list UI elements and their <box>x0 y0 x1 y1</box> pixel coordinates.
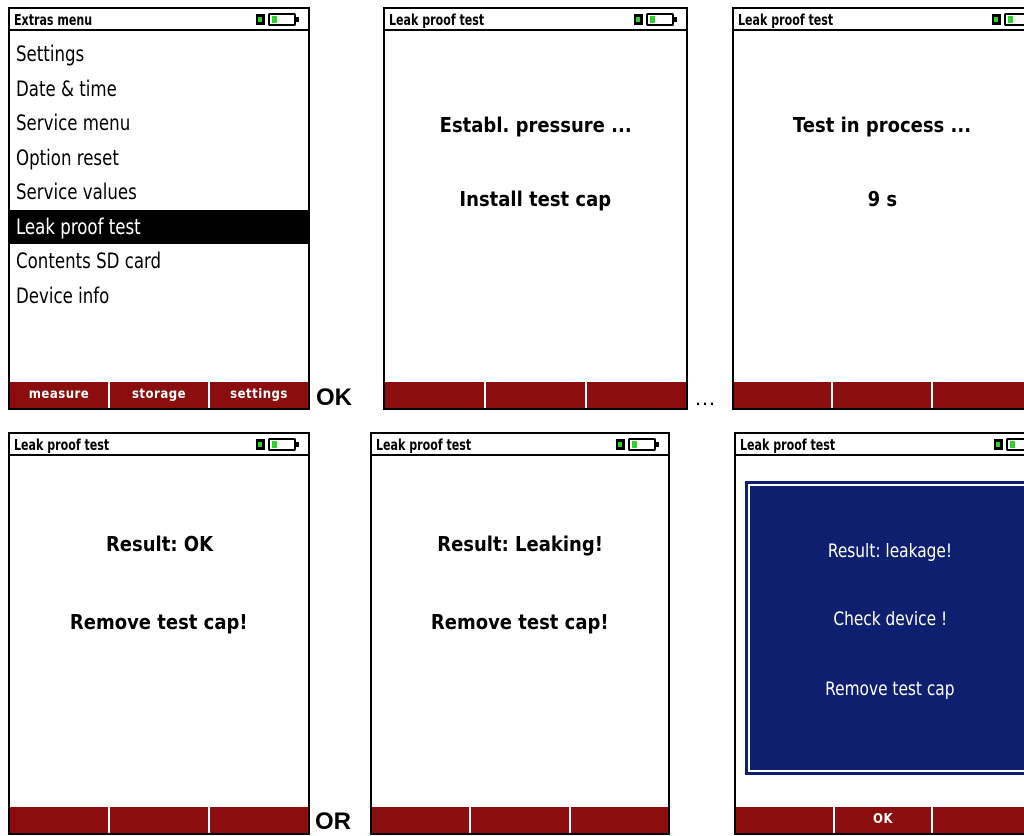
screen-title: Leak proof test <box>738 11 834 29</box>
countdown-value: 9 s <box>867 187 897 211</box>
softkey-bar <box>734 382 1024 408</box>
menu-item-date-time[interactable]: Date & time <box>10 72 308 107</box>
softkey-middle[interactable] <box>110 807 210 833</box>
softkey-right[interactable] <box>210 807 308 833</box>
battery-icon <box>994 438 1024 451</box>
establish-pressure-screen: Leak proof test Establ. pressure ... Ins… <box>383 7 688 410</box>
softkey-middle[interactable] <box>471 807 571 833</box>
softkey-middle[interactable] <box>486 382 587 408</box>
menu-item-leak-proof-test[interactable]: Leak proof test <box>10 209 308 244</box>
menu-item-contents-sd-card[interactable]: Contents SD card <box>10 244 308 279</box>
plug-icon <box>256 14 265 25</box>
result-message: Result: Leaking! <box>437 532 603 556</box>
instruction-message: Install test cap <box>459 187 612 211</box>
menu-item-service-menu[interactable]: Service menu <box>10 106 308 141</box>
test-in-process-screen: Leak proof test Test in process ... 9 s <box>732 7 1024 410</box>
plug-icon <box>616 439 625 450</box>
screen-title: Leak proof test <box>376 436 472 454</box>
menu-item-option-reset[interactable]: Option reset <box>10 141 308 176</box>
softkey-ok[interactable]: OK <box>835 807 934 833</box>
softkey-storage[interactable]: storage <box>110 382 210 408</box>
battery-icon <box>256 13 302 26</box>
connector-or: OR <box>315 808 351 835</box>
plug-icon <box>256 439 265 450</box>
result-ok-screen: Leak proof test Result: OK Remove test c… <box>8 432 310 835</box>
status-message: Establ. pressure ... <box>439 113 632 137</box>
plug-icon <box>992 14 1001 25</box>
plug-icon <box>634 14 643 25</box>
menu-item-settings[interactable]: Settings <box>10 37 308 72</box>
softkey-bar <box>372 807 668 833</box>
result-dialog: Result: leakage! Check device ! Remove t… <box>745 481 1024 775</box>
screen-title: Leak proof test <box>740 436 836 454</box>
title-bar: Leak proof test <box>10 434 308 456</box>
softkey-right[interactable] <box>933 807 1024 833</box>
dialog-remove-text: Remove test cap <box>825 678 955 700</box>
softkey-middle[interactable] <box>833 382 933 408</box>
softkey-left[interactable] <box>10 807 110 833</box>
title-bar: Leak proof test <box>734 9 1024 31</box>
softkey-left[interactable] <box>736 807 835 833</box>
softkey-left[interactable] <box>385 382 486 408</box>
battery-icon <box>616 438 662 451</box>
softkey-bar: OK <box>736 807 1024 833</box>
status-message: Test in process ... <box>792 113 972 137</box>
dialog-check-text: Check device ! <box>833 608 947 630</box>
battery-icon <box>992 13 1024 26</box>
battery-icon <box>634 13 680 26</box>
result-message: Result: OK <box>105 532 213 556</box>
result-leaking-screen: Leak proof test Result: Leaking! Remove … <box>370 432 670 835</box>
menu-item-device-info[interactable]: Device info <box>10 279 308 314</box>
softkey-bar <box>385 382 686 408</box>
title-bar: Leak proof test <box>385 9 686 31</box>
extras-menu-screen: Extras menu Settings Date & time Service… <box>8 7 310 410</box>
instruction-message: Remove test cap! <box>70 610 248 634</box>
title-bar: Extras menu <box>10 9 308 31</box>
screen-title: Leak proof test <box>389 11 485 29</box>
dialog-result-text: Result: leakage! <box>827 540 953 562</box>
extras-menu-list: Settings Date & time Service menu Option… <box>10 37 308 313</box>
result-dialog-screen: Leak proof test Result: leakage! Check d… <box>734 432 1024 835</box>
connector-ellipsis: … <box>694 385 716 410</box>
title-bar: Leak proof test <box>372 434 668 456</box>
softkey-bar <box>10 807 308 833</box>
menu-item-service-values[interactable]: Service values <box>10 175 308 210</box>
battery-icon <box>256 438 302 451</box>
softkey-measure[interactable]: measure <box>10 382 110 408</box>
softkey-settings[interactable]: settings <box>210 382 308 408</box>
softkey-left[interactable] <box>734 382 834 408</box>
softkey-right[interactable] <box>571 807 668 833</box>
softkey-left[interactable] <box>372 807 472 833</box>
plug-icon <box>994 439 1003 450</box>
softkey-bar: measure storage settings <box>10 382 308 408</box>
title-bar: Leak proof test <box>736 434 1024 456</box>
softkey-right[interactable] <box>933 382 1024 408</box>
instruction-message: Remove test cap! <box>431 610 609 634</box>
connector-ok: OK <box>316 384 352 411</box>
softkey-right[interactable] <box>587 382 686 408</box>
screen-title: Extras menu <box>14 11 93 29</box>
screen-title: Leak proof test <box>14 436 110 454</box>
